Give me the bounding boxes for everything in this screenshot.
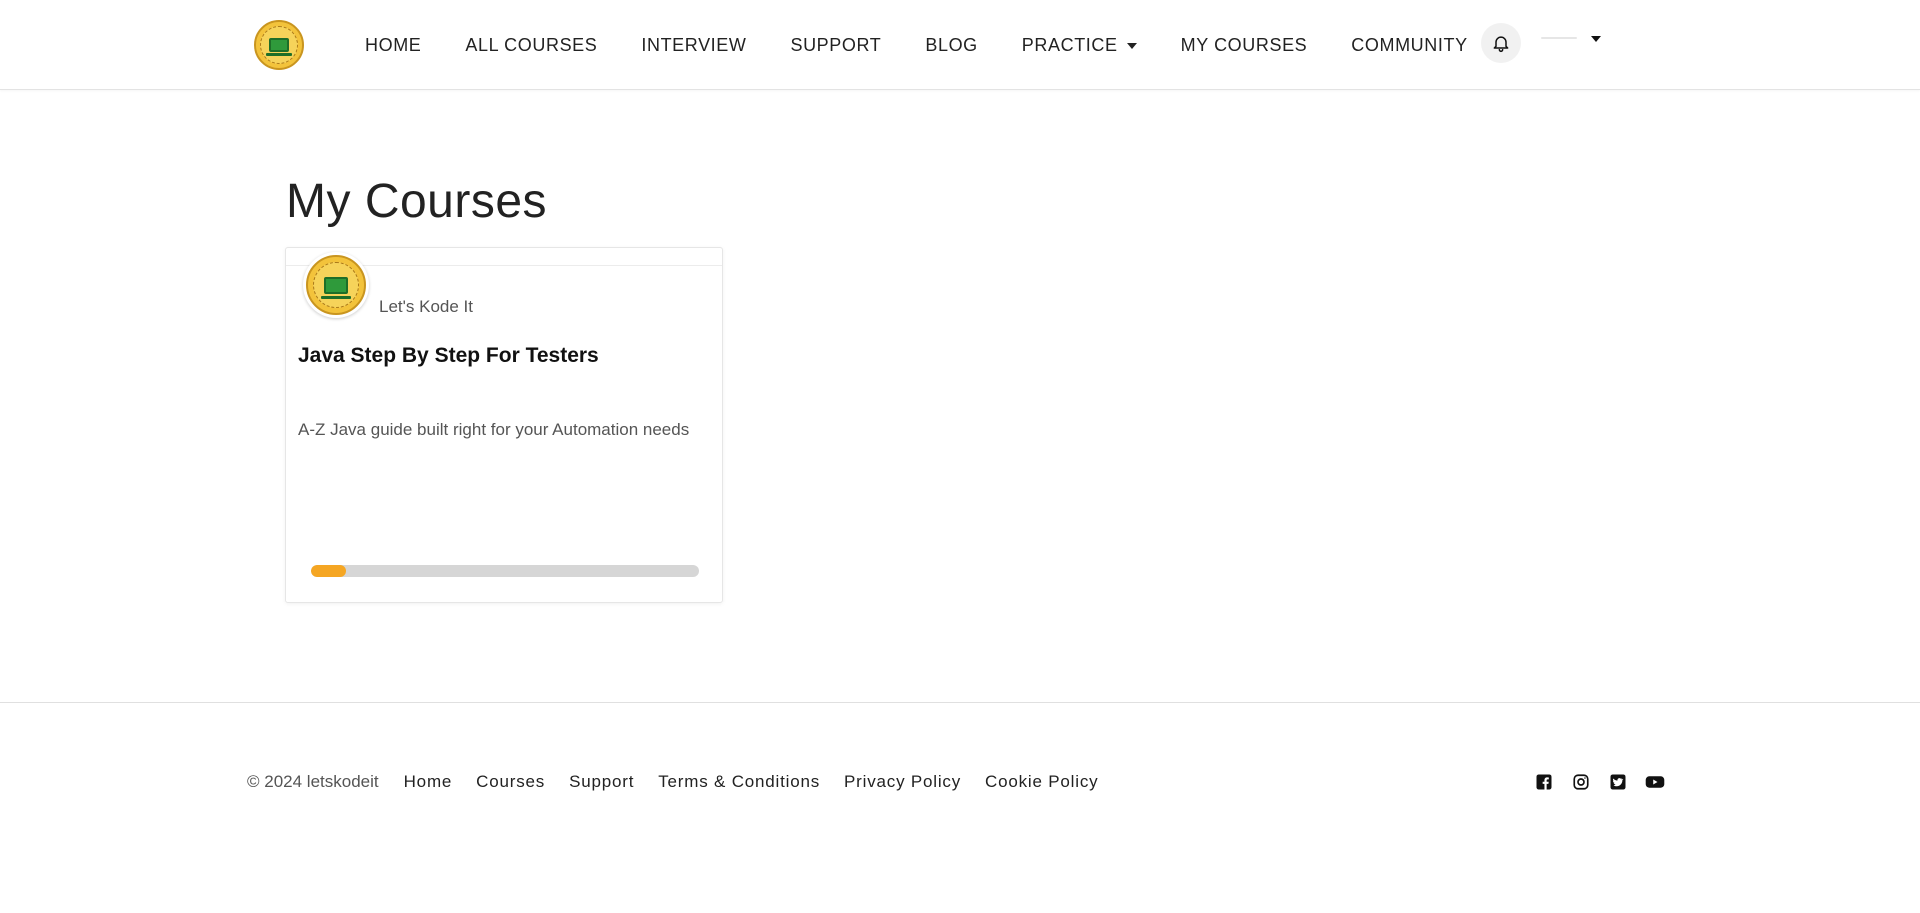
laptop-icon — [266, 38, 292, 56]
footer-link-cookie[interactable]: Cookie Policy — [985, 772, 1098, 792]
youtube-icon[interactable] — [1645, 772, 1665, 792]
user-menu-dropdown[interactable] — [1541, 28, 1601, 48]
course-description: A-Z Java guide built right for your Auto… — [298, 420, 690, 439]
footer-link-home[interactable]: Home — [404, 772, 453, 792]
course-author: Let's Kode It — [379, 297, 473, 316]
footer-link-privacy[interactable]: Privacy Policy — [844, 772, 961, 792]
footer-divider — [0, 702, 1920, 703]
site-header: HOME ALL COURSES INTERVIEW SUPPORT BLOG … — [0, 0, 1920, 90]
course-progress-fill — [311, 565, 346, 577]
footer-link-terms[interactable]: Terms & Conditions — [658, 772, 820, 792]
nav-all-courses[interactable]: ALL COURSES — [465, 35, 597, 56]
nav-practice-dropdown[interactable]: PRACTICE — [1022, 35, 1137, 56]
social-links — [1534, 772, 1665, 792]
facebook-icon[interactable] — [1534, 772, 1554, 792]
nav-my-courses[interactable]: MY COURSES — [1181, 35, 1308, 56]
nav-interview[interactable]: INTERVIEW — [641, 35, 746, 56]
footer-link-courses[interactable]: Courses — [476, 772, 545, 792]
author-avatar — [303, 252, 369, 318]
course-title[interactable]: Java Step By Step For Testers — [298, 344, 599, 368]
main-nav: HOME ALL COURSES INTERVIEW SUPPORT BLOG … — [365, 0, 1512, 90]
caret-down-icon — [1126, 43, 1137, 49]
nav-home[interactable]: HOME — [365, 35, 421, 56]
twitter-icon[interactable] — [1608, 772, 1628, 792]
nav-blog[interactable]: BLOG — [925, 35, 977, 56]
course-progress-bar — [311, 565, 699, 577]
avatar — [1541, 37, 1577, 39]
copyright-text: © 2024 letskodeit — [247, 772, 379, 791]
instagram-icon[interactable] — [1571, 772, 1591, 792]
nav-community[interactable]: COMMUNITY — [1351, 35, 1467, 56]
letskodeit-logo-icon[interactable] — [254, 20, 304, 70]
site-footer: © 2024 letskodeit Home Courses Support T… — [247, 770, 1122, 794]
bell-icon — [1493, 36, 1509, 53]
nav-support[interactable]: SUPPORT — [790, 35, 881, 56]
course-card[interactable]: Let's Kode It Java Step By Step For Test… — [285, 247, 723, 603]
laptop-icon — [321, 276, 351, 299]
notification-button[interactable] — [1481, 23, 1521, 63]
footer-link-support[interactable]: Support — [569, 772, 634, 792]
page-title: My Courses — [286, 175, 548, 228]
caret-down-icon — [1591, 36, 1601, 42]
